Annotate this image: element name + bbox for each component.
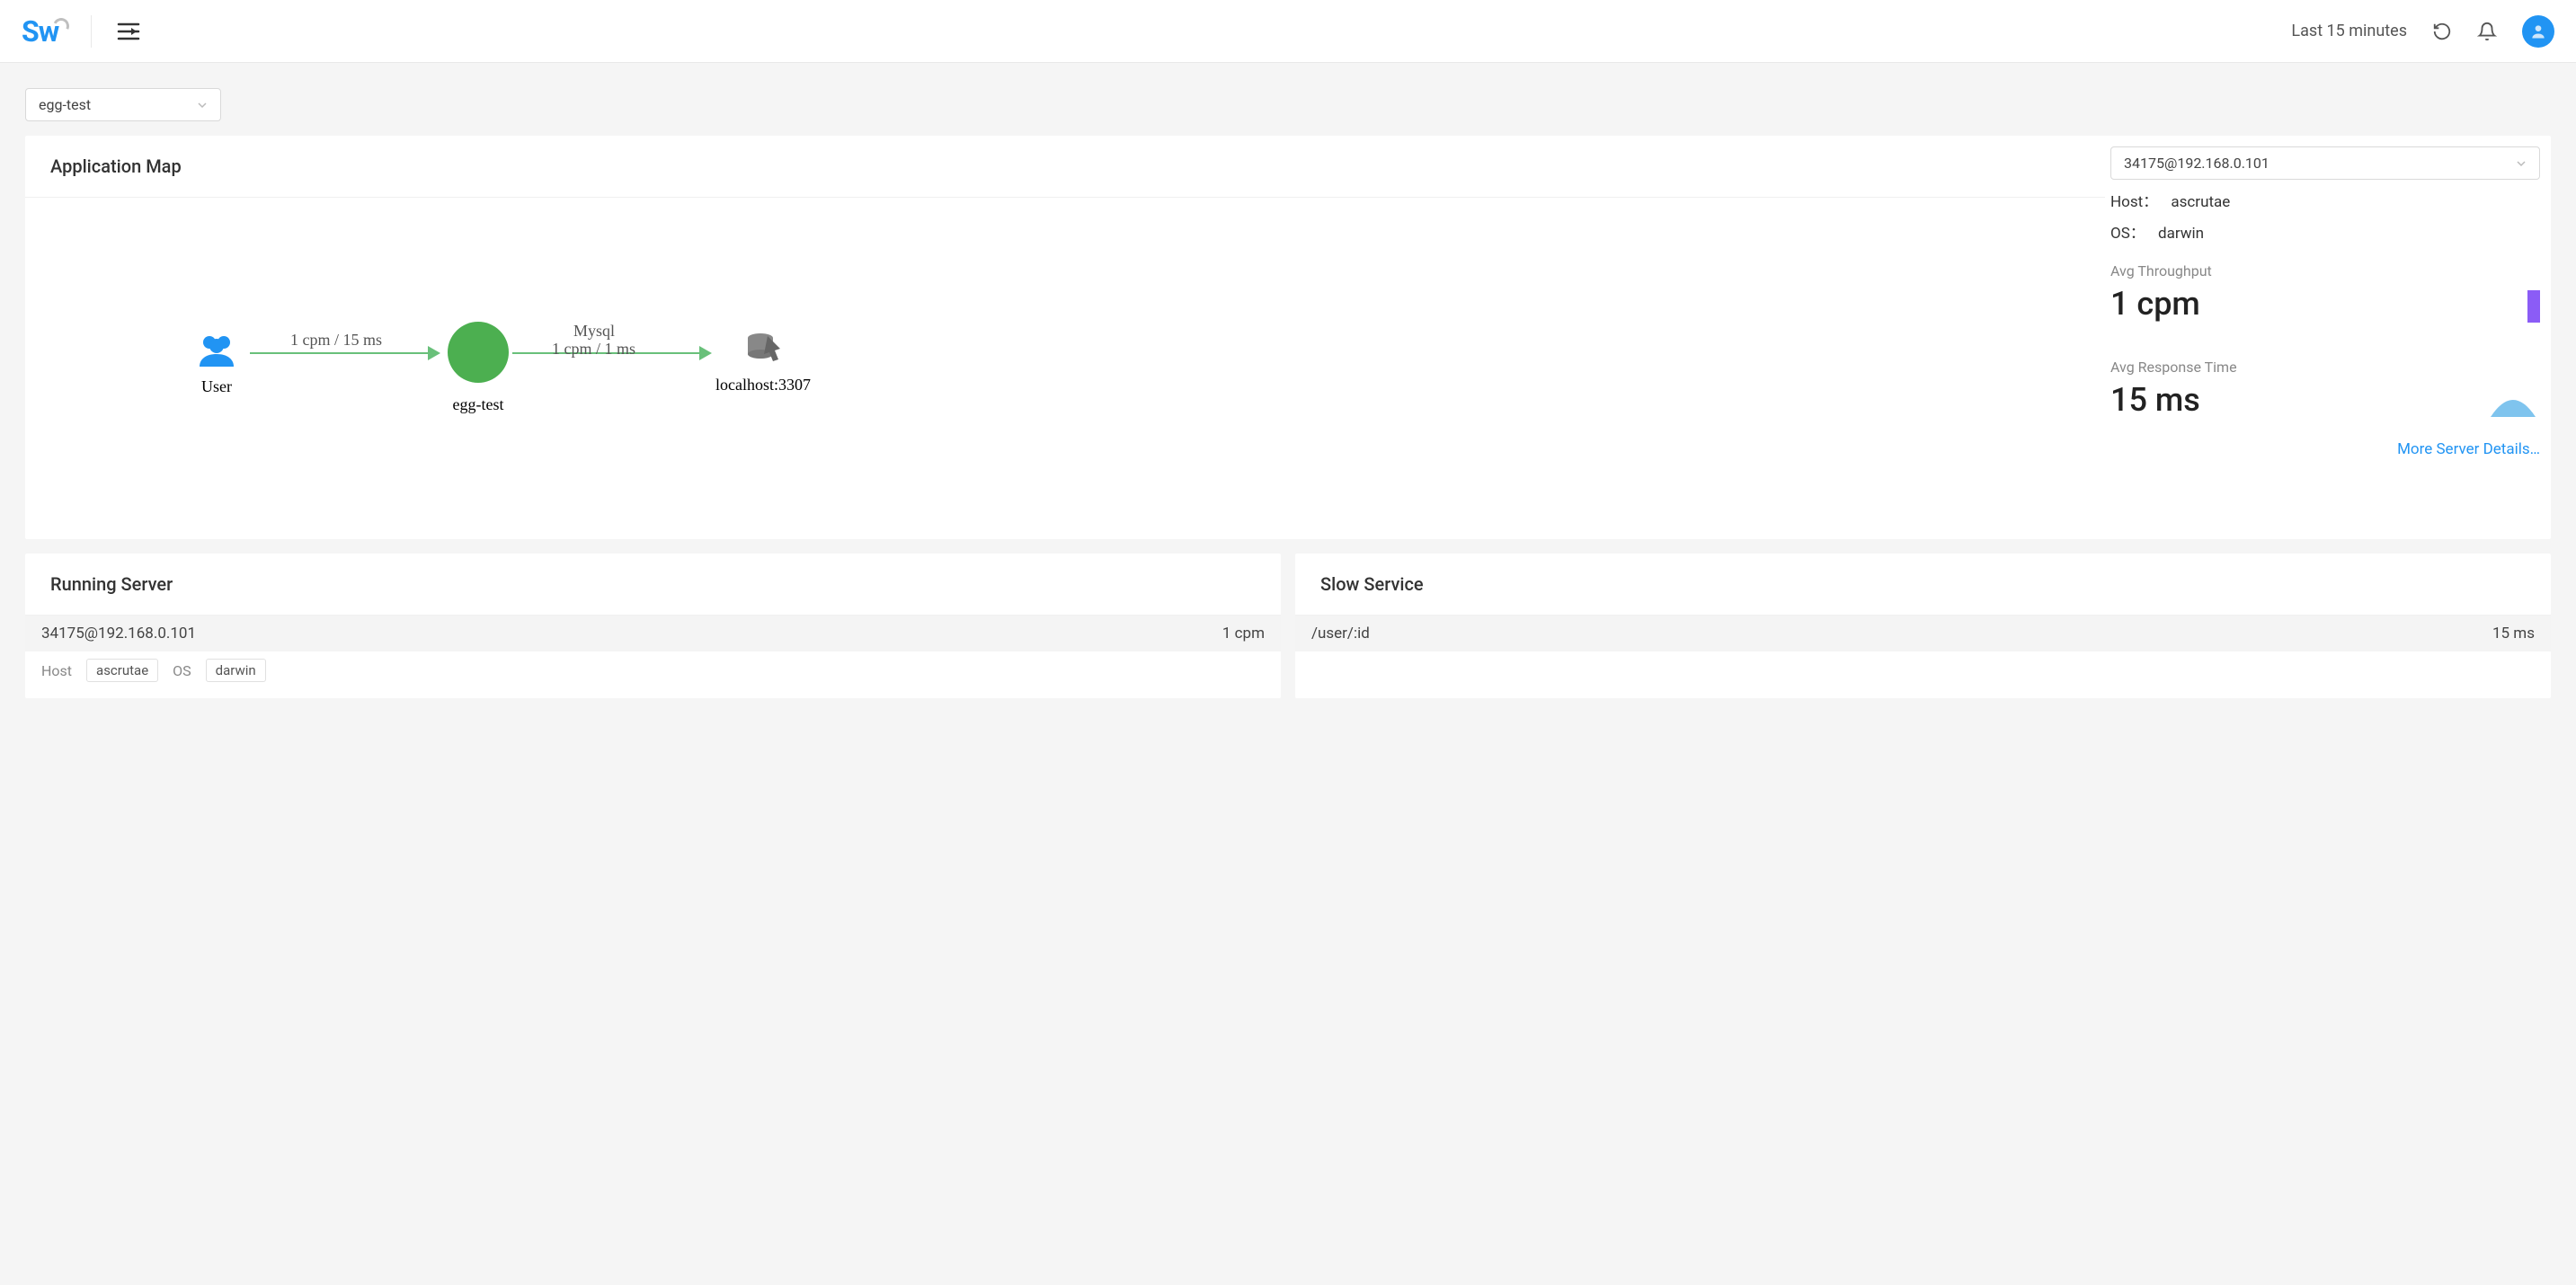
- app-header: Sw Last 15 minutes: [0, 0, 2576, 63]
- service-circle-icon: [448, 322, 509, 383]
- running-server-name: 34175@192.168.0.101: [41, 625, 196, 642]
- running-server-tags: Host ascrutae OS darwin: [25, 651, 1281, 698]
- area-spark-icon: [2486, 383, 2540, 419]
- response-sparkline: [2486, 383, 2540, 419]
- topology-graph: User 1 cpm / 15 ms egg-test: [43, 216, 2087, 521]
- edge-service-db-label-top: Mysql: [573, 322, 615, 341]
- bell-icon: [2477, 22, 2497, 41]
- edge-user-service: [250, 352, 439, 354]
- node-service-label: egg-test: [448, 395, 509, 414]
- rs-os-tag: darwin: [206, 659, 266, 682]
- throughput-value: 1 cpm: [2110, 285, 2212, 323]
- instance-selector[interactable]: 34175@192.168.0.101: [2110, 146, 2540, 180]
- os-row: OS： darwin: [2110, 220, 2540, 243]
- host-label: Host：: [2110, 193, 2158, 211]
- node-user-label: User: [196, 377, 237, 396]
- running-server-panel: Running Server 34175@192.168.0.101 1 cpm…: [25, 554, 1281, 698]
- node-user[interactable]: User: [196, 332, 237, 396]
- user-avatar[interactable]: [2522, 15, 2554, 48]
- chevron-down-icon: [197, 100, 208, 111]
- application-map-title: Application Map: [25, 136, 2105, 198]
- throughput-label: Avg Throughput: [2110, 262, 2212, 279]
- os-value: darwin: [2158, 225, 2204, 243]
- throughput-sparkline: [2486, 287, 2540, 323]
- slow-service-value: 15 ms: [2492, 625, 2535, 642]
- instance-selector-value: 34175@192.168.0.101: [2124, 155, 2270, 172]
- response-stat: Avg Response Time 15 ms: [2110, 359, 2540, 419]
- slow-service-row[interactable]: /user/:id 15 ms: [1295, 616, 2551, 651]
- user-icon: [2529, 22, 2547, 40]
- slow-service-title: Slow Service: [1295, 554, 2551, 616]
- notifications-button[interactable]: [2477, 22, 2497, 41]
- chevron-down-icon: [2516, 158, 2527, 169]
- edge-service-db-label-bottom: 1 cpm / 1 ms: [552, 340, 635, 359]
- running-server-value: 1 cpm: [1222, 625, 1265, 642]
- more-server-details-link[interactable]: More Server Details…: [2110, 440, 2540, 458]
- menu-toggle-button[interactable]: [113, 18, 144, 45]
- app-selector-value: egg-test: [39, 96, 91, 113]
- header-left: Sw: [22, 14, 144, 49]
- response-value: 15 ms: [2110, 381, 2237, 419]
- logo: Sw: [22, 14, 69, 49]
- lower-panel-row: Running Server 34175@192.168.0.101 1 cpm…: [25, 554, 2551, 698]
- running-server-row[interactable]: 34175@192.168.0.101 1 cpm: [25, 616, 1281, 651]
- header-right: Last 15 minutes: [2291, 15, 2554, 48]
- host-row: Host： ascrutae: [2110, 189, 2540, 211]
- os-label: OS：: [2110, 225, 2145, 243]
- content-area: egg-test Application Map: [0, 63, 2576, 723]
- app-selector[interactable]: egg-test: [25, 88, 221, 121]
- running-server-title: Running Server: [25, 554, 1281, 616]
- instance-side-panel: 34175@192.168.0.101 Host： ascrutae OS： d…: [2105, 136, 2551, 539]
- refresh-icon: [2432, 22, 2452, 41]
- logo-s: S: [22, 14, 39, 49]
- rs-host-label: Host: [41, 662, 72, 679]
- node-service[interactable]: egg-test: [448, 322, 509, 414]
- menu-icon: [117, 22, 140, 41]
- header-divider: [91, 15, 92, 48]
- topology-area[interactable]: User 1 cpm / 15 ms egg-test: [25, 198, 2105, 539]
- throughput-stat: Avg Throughput 1 cpm: [2110, 262, 2540, 323]
- time-range-selector[interactable]: Last 15 minutes: [2291, 22, 2407, 40]
- application-map-panel: Application Map User: [25, 136, 2551, 539]
- edge-user-service-label: 1 cpm / 15 ms: [290, 331, 382, 350]
- node-db[interactable]: localhost:3307: [715, 331, 811, 394]
- database-icon: [744, 331, 782, 367]
- node-db-label: localhost:3307: [715, 376, 811, 394]
- bar-spark-icon: [2527, 290, 2540, 323]
- response-label: Avg Response Time: [2110, 359, 2237, 376]
- refresh-button[interactable]: [2432, 22, 2452, 41]
- rs-os-label: OS: [173, 662, 191, 679]
- slow-service-name: /user/:id: [1311, 625, 1370, 642]
- slow-service-panel: Slow Service /user/:id 15 ms: [1295, 554, 2551, 698]
- host-value: ascrutae: [2171, 193, 2230, 211]
- users-icon: [196, 332, 237, 368]
- rs-host-tag: ascrutae: [86, 659, 158, 682]
- app-map-row: Application Map User: [25, 136, 2551, 539]
